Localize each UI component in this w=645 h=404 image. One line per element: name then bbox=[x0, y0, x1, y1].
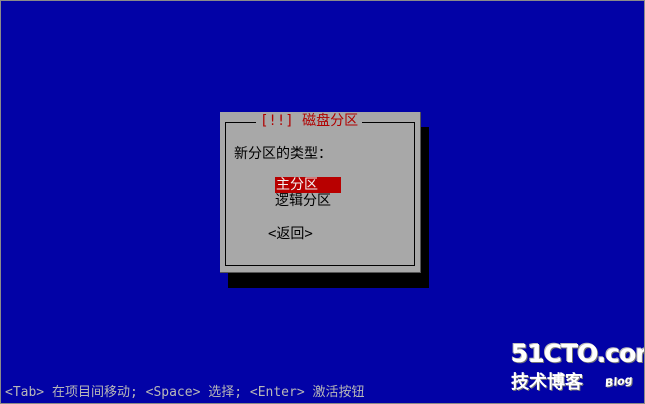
watermark-tag: Blog bbox=[604, 373, 634, 390]
partition-type-prompt: 新分区的类型： bbox=[234, 146, 332, 162]
site-watermark-logo: 51CTO.com 技术博客 Blog bbox=[507, 339, 644, 399]
keyboard-help-bar: <Tab> 在项目间移动; <Space> 选择; <Enter> 激活按钮 bbox=[5, 385, 365, 400]
installer-screen: [!!] 磁盘分区 新分区的类型： 主分区 逻辑分区 <返回> <Tab> 在项… bbox=[0, 0, 645, 404]
option-logical-partition[interactable]: 逻辑分区 bbox=[275, 193, 331, 209]
dialog-title: [!!] 磁盘分区 bbox=[256, 112, 363, 130]
back-button[interactable]: <返回> bbox=[268, 225, 313, 243]
watermark-subtitle: 技术博客 bbox=[511, 372, 583, 393]
option-primary-partition[interactable]: 主分区 bbox=[275, 177, 341, 193]
watermark-site: 51CTO.com bbox=[511, 339, 644, 368]
partition-dialog: [!!] 磁盘分区 新分区的类型： 主分区 逻辑分区 <返回> bbox=[220, 112, 421, 273]
